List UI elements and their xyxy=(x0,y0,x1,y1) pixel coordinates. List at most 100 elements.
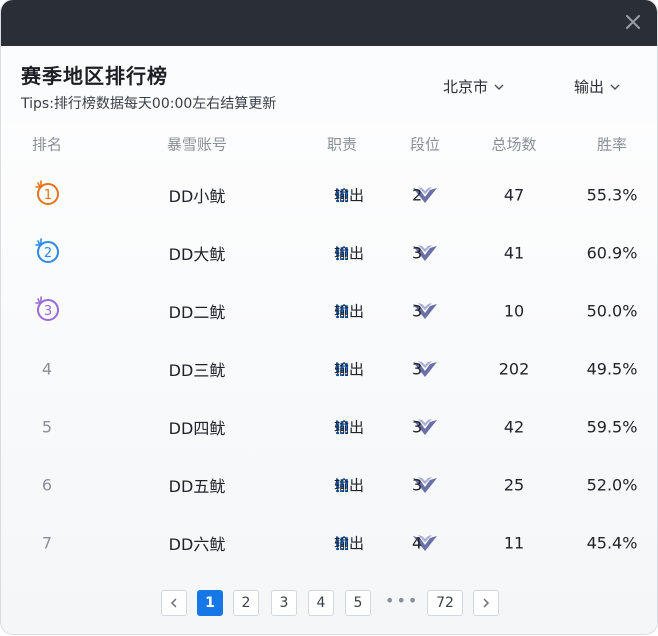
tier-number: 3 xyxy=(412,417,423,437)
role-cell: 输出 xyxy=(334,361,364,379)
tier-number: 3 xyxy=(412,243,423,263)
tier-number: 3 xyxy=(412,475,423,495)
tier-cell: 3 xyxy=(412,301,438,321)
tier-cell: 3 xyxy=(412,243,438,263)
games-count: 11 xyxy=(503,533,525,553)
role-cell: 输出 xyxy=(334,419,364,437)
column-header-rank: 排名 xyxy=(31,135,63,154)
leaderboard-table: 排名 暴雪账号 职责 段位 总场数 胜率 1 DD小鱿 输出 2 47 55.3% 2 DD大… xyxy=(1,122,657,572)
table-row[interactable]: 2 DD大鱿 输出 3 41 60.9% xyxy=(1,224,657,282)
column-header-games: 总场数 xyxy=(491,135,537,154)
page-title: 赛季地区排行榜 xyxy=(21,64,168,88)
role-label: 输出 xyxy=(334,534,365,553)
account-name[interactable]: DD六鱿 xyxy=(169,531,226,555)
tier-cell: 4 xyxy=(412,533,438,553)
page-button-2[interactable]: 2 xyxy=(233,590,259,616)
role-cell: 输出 xyxy=(334,477,364,495)
page-button-4[interactable]: 4 xyxy=(308,590,334,616)
tier-cell: 3 xyxy=(412,417,438,437)
tier-number: 2 xyxy=(412,185,423,205)
page-button-1[interactable]: 1 xyxy=(197,590,223,616)
close-icon[interactable] xyxy=(623,12,643,32)
rank-medal-icon: 1 xyxy=(35,180,59,205)
chevron-right-icon xyxy=(483,598,490,608)
next-page-button[interactable] xyxy=(473,590,499,616)
table-row[interactable]: 4 DD三鱿 输出 3 202 49.5% xyxy=(1,340,657,398)
column-header-role: 职责 xyxy=(326,135,358,154)
rank-number: 1 xyxy=(44,188,52,203)
chevron-down-icon xyxy=(610,84,620,90)
account-name[interactable]: DD三鱿 xyxy=(169,357,226,381)
prev-page-button[interactable] xyxy=(161,590,187,616)
account-name[interactable]: DD大鱿 xyxy=(169,241,226,265)
leaderboard-header: 赛季地区排行榜 Tips:排行榜数据每天00:00左右结算更新 北京市 输出 xyxy=(1,46,657,122)
chevron-left-icon xyxy=(170,598,177,608)
page-ellipsis: ••• xyxy=(385,591,420,610)
tier-number: 3 xyxy=(412,301,423,321)
role-label: 输出 xyxy=(334,476,365,495)
rank-number: 5 xyxy=(41,417,53,437)
account-name[interactable]: DD小鱿 xyxy=(169,183,226,207)
games-count: 25 xyxy=(503,475,525,495)
table-row[interactable]: 1 DD小鱿 输出 2 47 55.3% xyxy=(1,166,657,224)
games-count: 42 xyxy=(503,417,525,437)
title-bar xyxy=(1,0,657,46)
role-label: 输出 xyxy=(334,418,365,437)
role-dropdown[interactable]: 输出 xyxy=(574,76,620,97)
rank-medal-icon: 3 xyxy=(35,296,59,321)
leaderboard-window: 赛季地区排行榜 Tips:排行榜数据每天00:00左右结算更新 北京市 输出 排… xyxy=(1,0,657,634)
page-button-3[interactable]: 3 xyxy=(271,590,297,616)
page-button-last[interactable]: 72 xyxy=(427,590,463,616)
games-count: 41 xyxy=(503,243,525,263)
chevron-down-icon xyxy=(494,84,504,90)
win-rate: 55.3% xyxy=(586,185,638,205)
table-row[interactable]: 7 DD六鱿 输出 4 11 45.4% xyxy=(1,514,657,572)
tier-number: 4 xyxy=(412,533,423,553)
pagination: 1 2 3 4 5 ••• 72 xyxy=(1,590,657,616)
table-row[interactable]: 6 DD五鱿 输出 3 25 52.0% xyxy=(1,456,657,514)
rank-medal: 2 xyxy=(32,236,62,270)
table-row[interactable]: 3 DD二鱿 输出 3 10 50.0% xyxy=(1,282,657,340)
win-rate: 45.4% xyxy=(586,533,638,553)
rank-number: 7 xyxy=(41,533,53,553)
win-rate: 59.5% xyxy=(586,417,638,437)
tier-cell: 2 xyxy=(412,185,438,205)
role-label: 输出 xyxy=(334,360,365,379)
column-header-account: 暴雪账号 xyxy=(166,135,228,154)
rank-medal: 3 xyxy=(32,294,62,328)
games-count: 10 xyxy=(503,301,525,321)
rank-number: 4 xyxy=(41,359,53,379)
region-dropdown-label: 北京市 xyxy=(443,78,489,96)
tips-text: Tips:排行榜数据每天00:00左右结算更新 xyxy=(21,96,277,112)
win-rate: 52.0% xyxy=(586,475,638,495)
column-header-winrate: 胜率 xyxy=(596,135,628,154)
table-body: 1 DD小鱿 输出 2 47 55.3% 2 DD大鱿 输出 3 41 60.9% 3 DD二鱿 输出 3 10… xyxy=(1,166,657,572)
rank-medal: 1 xyxy=(32,178,62,212)
region-dropdown[interactable]: 北京市 xyxy=(443,76,504,97)
rank-medal-icon: 2 xyxy=(35,238,59,263)
account-name[interactable]: DD二鱿 xyxy=(169,299,226,323)
table-header: 排名 暴雪账号 职责 段位 总场数 胜率 xyxy=(1,122,657,166)
table-row[interactable]: 5 DD四鱿 输出 3 42 59.5% xyxy=(1,398,657,456)
role-cell: 输出 xyxy=(334,535,364,553)
account-name[interactable]: DD五鱿 xyxy=(169,473,226,497)
win-rate: 50.0% xyxy=(586,301,638,321)
rank-number: 6 xyxy=(41,475,53,495)
role-label: 输出 xyxy=(334,244,365,263)
page-button-5[interactable]: 5 xyxy=(345,590,371,616)
rank-number: 2 xyxy=(44,246,52,261)
tier-cell: 3 xyxy=(412,475,438,495)
role-label: 输出 xyxy=(334,302,365,321)
role-label: 输出 xyxy=(334,186,365,205)
role-cell: 输出 xyxy=(334,245,364,263)
win-rate: 49.5% xyxy=(586,359,638,379)
role-cell: 输出 xyxy=(334,187,364,205)
account-name[interactable]: DD四鱿 xyxy=(169,415,226,439)
role-dropdown-label: 输出 xyxy=(574,78,605,96)
games-count: 47 xyxy=(503,185,525,205)
role-cell: 输出 xyxy=(334,303,364,321)
games-count: 202 xyxy=(498,359,530,379)
tier-number: 3 xyxy=(412,359,423,379)
rank-number: 3 xyxy=(44,304,52,319)
column-header-tier: 段位 xyxy=(409,135,441,154)
